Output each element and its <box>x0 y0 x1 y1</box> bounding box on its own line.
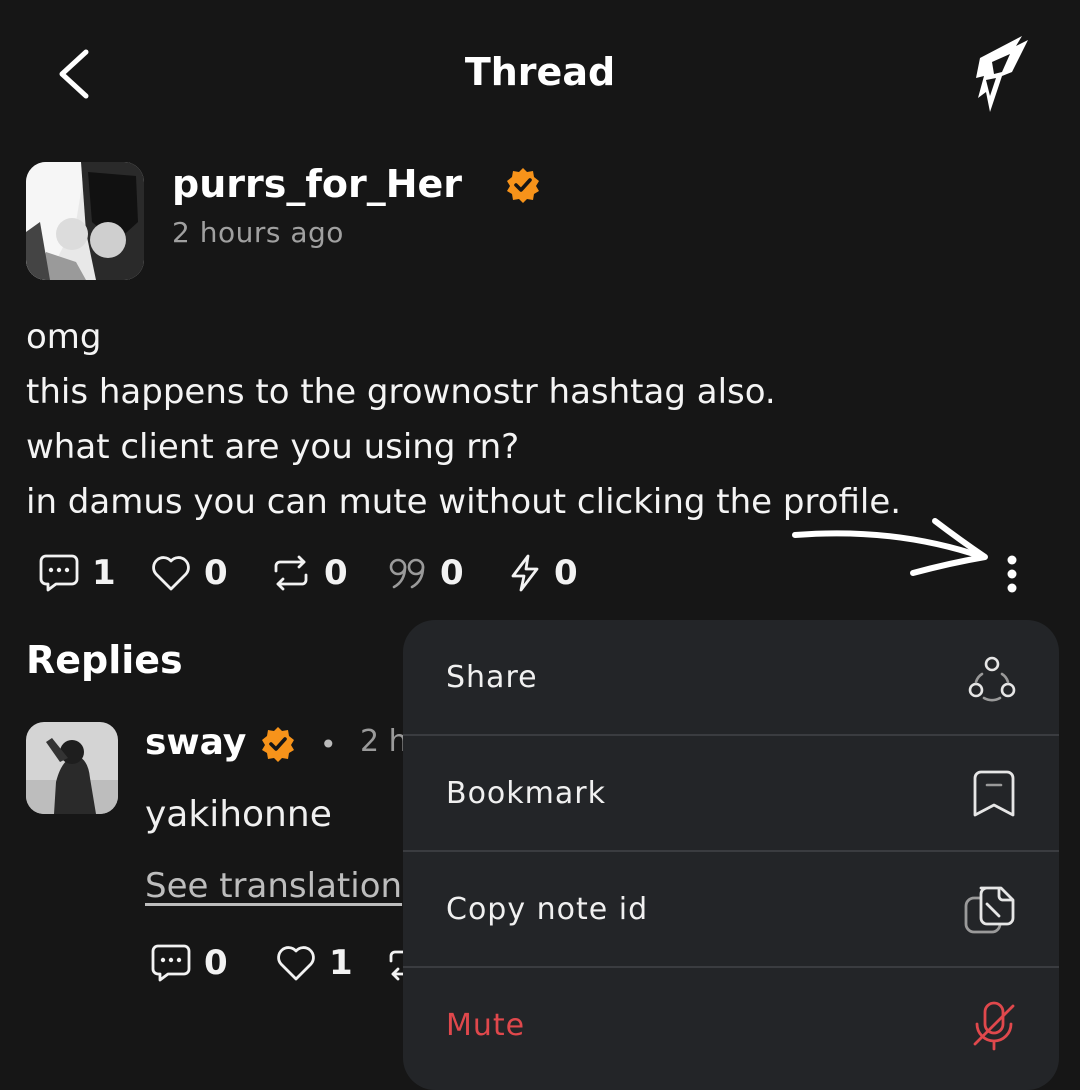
reply-avatar[interactable] <box>26 722 118 814</box>
like-button[interactable]: 0 <box>150 553 228 593</box>
menu-item-label: Bookmark <box>446 776 606 811</box>
comment-icon <box>39 554 79 592</box>
post-line: in damus you can mute without clicking t… <box>26 482 902 522</box>
quote-count: 0 <box>440 553 464 593</box>
menu-item-copy-note-id[interactable]: Copy note id <box>403 852 1059 967</box>
see-translation-link[interactable]: See translation <box>145 866 402 906</box>
repost-icon <box>274 555 308 591</box>
replies-heading: Replies <box>26 638 183 682</box>
copy-icon <box>964 886 1015 933</box>
quote-button[interactable]: 0 <box>386 553 464 593</box>
reply-repost-icon[interactable] <box>385 943 403 983</box>
page-title: Thread <box>464 50 616 94</box>
quote-icon <box>389 558 425 589</box>
menu-item-mute[interactable]: Mute <box>403 968 1059 1083</box>
post-timestamp: 2 hours ago <box>172 216 344 249</box>
reply-timestamp: 2 h <box>360 724 408 759</box>
post-line: what client are you using rn? <box>26 427 520 467</box>
author-avatar[interactable] <box>26 162 144 280</box>
reply-comment-button[interactable]: 0 <box>150 943 228 983</box>
mute-icon <box>973 1001 1015 1050</box>
more-vertical-icon <box>1007 555 1017 593</box>
menu-item-label: Share <box>446 660 538 695</box>
comment-count: 1 <box>92 553 116 593</box>
post-content: omg this happens to the grownostr hashta… <box>26 310 901 530</box>
reply-like-button[interactable]: 1 <box>275 943 353 983</box>
comment-icon <box>151 944 191 982</box>
repost-count: 0 <box>324 553 348 593</box>
reply-author-name[interactable]: sway <box>145 722 246 763</box>
more-options-button[interactable] <box>998 552 1026 596</box>
menu-item-label: Mute <box>446 1008 526 1043</box>
bookmark-icon <box>973 770 1015 816</box>
reply-like-count: 1 <box>329 943 353 983</box>
annotation-arrow-icon <box>792 518 988 576</box>
verified-badge-icon <box>260 726 296 762</box>
reply-content: yakihonne <box>145 794 332 835</box>
context-menu: Share Bookmark Copy note id Mute <box>403 620 1059 1090</box>
author-name[interactable]: purrs_for_Her <box>172 162 462 206</box>
zap-button[interactable]: 0 <box>508 553 578 593</box>
zap-count: 0 <box>554 553 578 593</box>
heart-icon <box>152 556 190 591</box>
menu-item-bookmark[interactable]: Bookmark <box>403 736 1059 851</box>
app-logo-icon[interactable] <box>972 32 1032 114</box>
reply-comment-count: 0 <box>204 943 228 983</box>
separator-dot: • <box>320 728 337 761</box>
menu-item-share[interactable]: Share <box>403 620 1059 735</box>
post-line: omg <box>26 317 102 357</box>
like-count: 0 <box>204 553 228 593</box>
comment-button[interactable]: 1 <box>38 553 116 593</box>
share-icon <box>968 656 1016 701</box>
verified-badge-icon <box>505 167 541 203</box>
lightning-icon <box>511 554 539 592</box>
heart-icon <box>277 946 315 981</box>
post-line: this happens to the grownostr hashtag al… <box>26 372 776 412</box>
repost-button[interactable]: 0 <box>270 553 348 593</box>
menu-item-label: Copy note id <box>446 892 649 927</box>
